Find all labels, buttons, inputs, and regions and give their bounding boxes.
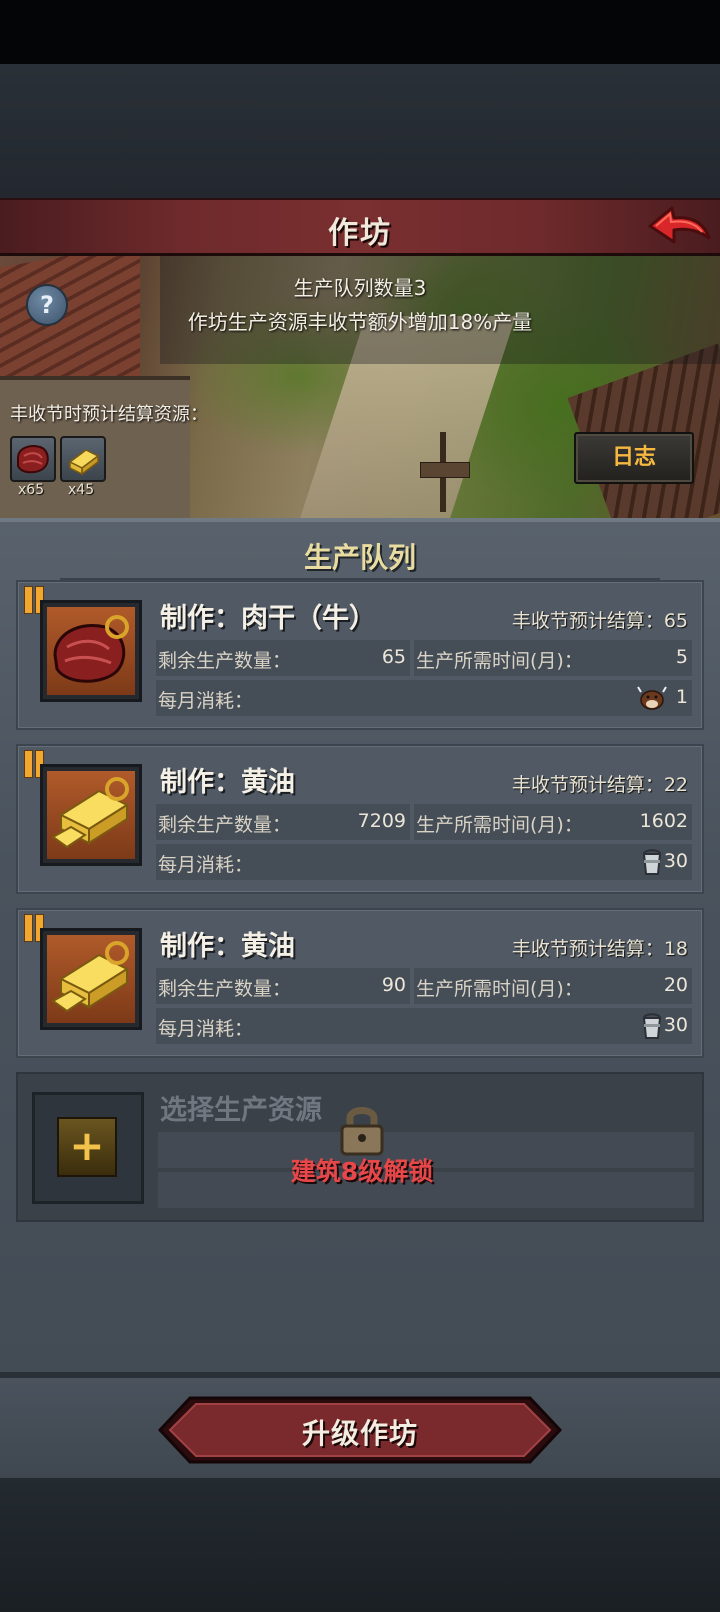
page-title: 作坊 xyxy=(328,216,392,251)
item-title: 制作：肉干（牛） xyxy=(160,603,376,634)
time-row: 生产所需时间(月)： 1602 xyxy=(414,804,692,840)
workshop-scene: ? 生产队列数量3 作坊生产资源丰收节额外增加18%产量 丰收节时预计结算资源：… xyxy=(0,256,720,518)
harvest-resources-label: 丰收节时预计结算资源： xyxy=(10,404,208,425)
consumption-label: 每月消耗： xyxy=(158,854,254,876)
beef-jerky-icon xyxy=(53,615,129,683)
status-bar-area xyxy=(0,0,720,64)
unlock-requirement: 建筑8级解锁 xyxy=(290,1157,434,1186)
consumption-value: 30 xyxy=(663,850,688,872)
remaining-label: 剩余生产数量： xyxy=(158,650,292,672)
cow-icon xyxy=(636,682,668,714)
butter-icon[interactable] xyxy=(60,436,106,482)
product-thumbnail xyxy=(40,764,142,866)
time-value: 5 xyxy=(675,646,688,668)
back-arrow-icon[interactable] xyxy=(646,204,712,254)
queue-count-text: 生产队列数量3 xyxy=(293,276,427,300)
product-thumbnail xyxy=(40,928,142,1030)
remaining-row: 剩余生产数量： 7209 xyxy=(156,804,410,840)
remaining-label: 剩余生产数量： xyxy=(158,978,292,1000)
beef-jerky-icon[interactable] xyxy=(10,436,56,482)
upgrade-workshop-button[interactable]: 升级作坊 xyxy=(156,1394,564,1466)
production-panel: 生产队列 制作：肉干（牛） 丰收节预计结算：65 剩余生产数量： 65 生产所需… xyxy=(0,518,720,1372)
remaining-row: 剩余生产数量： 90 xyxy=(156,968,410,1004)
title-banner: 作坊 xyxy=(0,198,720,256)
item-title: 制作：黄油 xyxy=(160,767,295,798)
time-value: 20 xyxy=(663,974,688,996)
time-value: 1602 xyxy=(639,810,688,832)
house-roof-right xyxy=(567,343,720,518)
time-row: 生产所需时间(月)： 20 xyxy=(414,968,692,1004)
consumption-row: 每月消耗： 30 xyxy=(156,1008,692,1044)
locked-queue-slot: + 选择生产资源 建筑8级解锁 xyxy=(16,1072,704,1222)
upgrade-label: 升级作坊 xyxy=(301,1417,418,1450)
beef-jerky-count: x65 xyxy=(18,482,45,498)
remaining-row: 剩余生产数量： 65 xyxy=(156,640,410,676)
consumption-value: 1 xyxy=(675,686,688,708)
time-label: 生产所需时间(月)： xyxy=(416,814,583,836)
queue-item[interactable]: 制作：肉干（牛） 丰收节预计结算：65 剩余生产数量： 65 生产所需时间(月)… xyxy=(16,580,704,730)
queue-item[interactable]: 制作：黄油 丰收节预计结算：22 剩余生产数量： 7209 生产所需时间(月)：… xyxy=(16,744,704,894)
footer-bar: 升级作坊 xyxy=(0,1372,720,1478)
time-label: 生产所需时间(月)： xyxy=(416,650,583,672)
consumption-label: 每月消耗： xyxy=(158,690,254,712)
remaining-value: 90 xyxy=(381,974,406,996)
butter-count: x45 xyxy=(68,482,95,498)
harvest-estimate: 丰收节预计结算：18 xyxy=(511,938,688,960)
time-row: 生产所需时间(月)： 5 xyxy=(414,640,692,676)
butter-icon xyxy=(51,941,130,1013)
signboard xyxy=(420,462,470,478)
background-bottom xyxy=(0,1478,720,1612)
consumption-row: 每月消耗： 30 xyxy=(156,844,692,880)
consumption-value: 30 xyxy=(663,1014,688,1036)
queue-item[interactable]: 制作：黄油 丰收节预计结算：18 剩余生产数量： 90 生产所需时间(月)： 2… xyxy=(16,908,704,1058)
queue-title: 生产队列 xyxy=(303,541,416,574)
harvest-estimate: 丰收节预计结算：22 xyxy=(511,774,688,796)
item-title: 制作：黄油 xyxy=(160,931,295,962)
harvest-estimate: 丰收节预计结算：65 xyxy=(511,610,688,632)
log-button[interactable]: 日志 xyxy=(574,432,694,484)
remaining-value: 7209 xyxy=(357,810,406,832)
harvest-bonus-text: 作坊生产资源丰收节额外增加18%产量 xyxy=(187,310,533,334)
butter-icon xyxy=(51,777,130,849)
time-label: 生产所需时间(月)： xyxy=(416,978,583,1000)
background-top xyxy=(0,64,720,198)
remaining-label: 剩余生产数量： xyxy=(158,814,292,836)
remaining-value: 65 xyxy=(381,646,406,668)
consumption-row: 每月消耗： 1 xyxy=(156,680,692,716)
select-resource-title: 选择生产资源 xyxy=(160,1095,322,1126)
lock-icon xyxy=(336,1102,388,1158)
consumption-label: 每月消耗： xyxy=(158,1018,254,1040)
product-thumbnail xyxy=(40,600,142,702)
